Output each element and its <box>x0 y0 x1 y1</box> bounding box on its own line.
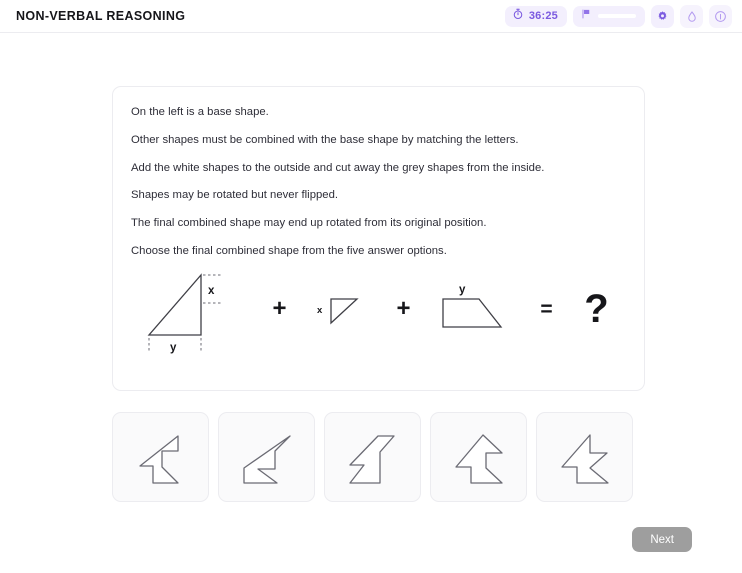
addend-2-label-y: y <box>459 284 466 296</box>
answer-options <box>112 412 646 502</box>
instructions-block: On the left is a base shape. Other shape… <box>113 87 644 257</box>
equals-sign: = <box>540 297 553 321</box>
operator-plus-1: + <box>272 295 287 322</box>
addend-1-label-x: x <box>317 305 323 316</box>
answer-shape-d <box>454 434 503 484</box>
header-actions: 36:25 <box>504 4 732 28</box>
app-header: NON-VERBAL REASONING 36:25 <box>0 0 742 33</box>
equation-row: x y + x + y = ? <box>113 259 644 359</box>
stopwatch-icon <box>512 7 524 25</box>
addend-shape-1: x <box>311 283 373 335</box>
operator-plus-2: + <box>396 295 411 322</box>
info-icon[interactable] <box>709 4 732 28</box>
flag-icon <box>581 7 592 25</box>
progress-bar <box>598 14 636 18</box>
answer-option-c[interactable] <box>324 412 421 502</box>
addend-shape-2: y <box>435 279 519 339</box>
answer-option-a[interactable] <box>112 412 209 502</box>
instruction-line: Choose the final combined shape from the… <box>131 244 447 257</box>
page-title: NON-VERBAL REASONING <box>16 9 186 23</box>
instruction-line: Shapes may be rotated but never flipped. <box>131 189 339 202</box>
instruction-line: The final combined shape may end up rota… <box>131 217 487 230</box>
answer-shape-a <box>138 435 179 484</box>
instruction-line: On the left is a base shape. <box>131 106 269 118</box>
answer-shape-e <box>560 434 609 484</box>
progress-badge[interactable] <box>573 5 645 27</box>
answer-shape-c <box>348 435 395 484</box>
base-shape-label-y: y <box>170 342 177 354</box>
question-card: On the left is a base shape. Other shape… <box>112 86 645 391</box>
base-shape: x y <box>139 263 249 355</box>
answer-shape-b <box>242 435 291 484</box>
question-mark: ? <box>584 287 609 331</box>
footer-bar: Next <box>0 527 742 573</box>
timer-value: 36:25 <box>528 10 558 22</box>
answer-option-e[interactable] <box>536 412 633 502</box>
answer-option-d[interactable] <box>430 412 527 502</box>
instruction-line: Add the white shapes to the outside and … <box>131 161 545 174</box>
timer-badge: 36:25 <box>504 5 567 27</box>
instruction-line: Other shapes must be combined with the b… <box>131 133 519 146</box>
water-drop-icon[interactable] <box>680 4 703 28</box>
answer-option-b[interactable] <box>218 412 315 502</box>
gear-icon[interactable] <box>651 4 674 28</box>
base-shape-label-x: x <box>208 285 215 297</box>
